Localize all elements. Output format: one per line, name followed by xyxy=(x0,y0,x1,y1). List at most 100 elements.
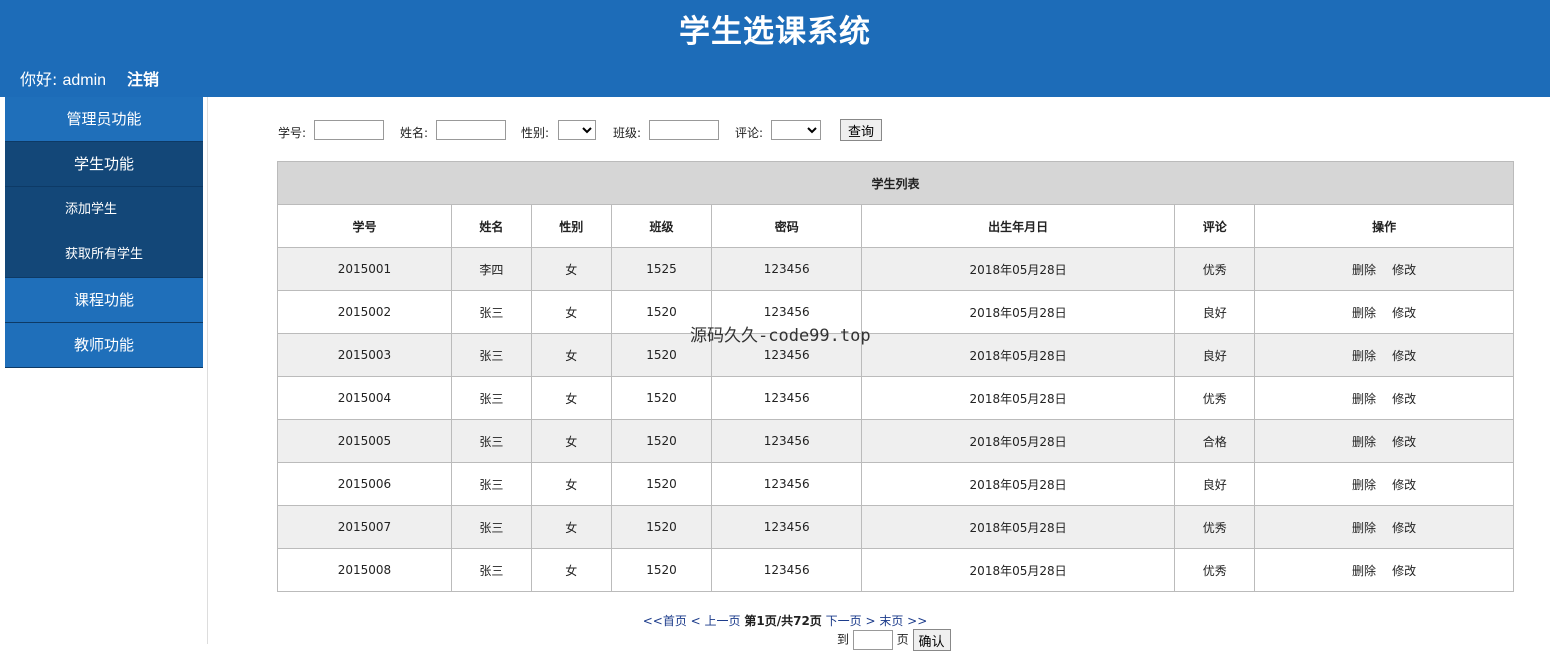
menu-admin[interactable]: 管理员功能 xyxy=(5,97,203,142)
first-page-link[interactable]: <<首页 xyxy=(643,614,687,628)
table-row: 2015007 张三女 1520 123456 2018年05月28日 优秀 删除 修改 xyxy=(277,505,1514,549)
comment-select[interactable] xyxy=(771,120,821,140)
comment-cell: 优秀 xyxy=(1174,548,1256,592)
table-caption: 学生列表 xyxy=(277,161,1514,205)
column-header: 班级 xyxy=(610,204,713,248)
column-header: 评论 xyxy=(1174,204,1256,248)
birthdate-cell: 2018年05月28日 xyxy=(860,376,1176,420)
name-cell: 张三 xyxy=(450,290,532,334)
edit-link[interactable]: 修改 xyxy=(1392,306,1416,320)
table-row: 2015004 张三女 1520 123456 2018年05月28日 优秀 删除 修改 xyxy=(277,376,1514,420)
watermark: 源码久久-code99.top xyxy=(690,326,871,346)
password-cell: 123456 xyxy=(711,548,862,592)
actions-cell: 删除 修改 xyxy=(1254,548,1514,592)
logout-link[interactable]: 注销 xyxy=(127,66,159,90)
table-row: 2015005 张三女 1520 123456 2018年05月28日 合格 删除 修改 xyxy=(277,419,1514,463)
jump-page-input[interactable] xyxy=(852,630,893,650)
prev-page-link[interactable]: < 上一页 xyxy=(691,614,741,628)
delete-link[interactable]: 删除 xyxy=(1352,564,1376,578)
username: admin xyxy=(62,72,107,89)
class-label: 班级: xyxy=(613,126,642,140)
column-header: 密码 xyxy=(711,204,862,248)
student-submenu: 添加学生 获取所有学生 xyxy=(5,187,203,278)
page-jump: 到 页 确认 xyxy=(837,629,951,651)
next-page-link[interactable]: 下一页 > xyxy=(826,614,876,628)
name-cell: 张三 xyxy=(450,505,532,549)
delete-link[interactable]: 删除 xyxy=(1352,521,1376,535)
comment-cell: 优秀 xyxy=(1174,376,1256,420)
gender-select[interactable] xyxy=(558,120,596,140)
student-id-cell: 2015008 xyxy=(277,548,452,592)
gender-label: 性别: xyxy=(521,126,550,140)
name-cell: 张三 xyxy=(450,376,532,420)
edit-link[interactable]: 修改 xyxy=(1392,478,1416,492)
student-id-cell: 2015005 xyxy=(277,419,452,463)
password-cell: 123456 xyxy=(711,419,862,463)
query-button[interactable]: 查询 xyxy=(840,119,882,141)
menu-all-students[interactable]: 获取所有学生 xyxy=(5,232,203,277)
jump-prefix: 到 xyxy=(837,632,850,647)
class-cell: 1520 xyxy=(610,505,713,549)
table-row: 2015008 张三女 1520 123456 2018年05月28日 优秀 删除 修改 xyxy=(277,548,1514,592)
student-id-cell: 2015001 xyxy=(277,247,452,291)
sidebar: 管理员功能 学生功能 添加学生 获取所有学生 课程功能 教师功能 xyxy=(5,97,203,368)
class-input[interactable] xyxy=(649,120,719,140)
edit-link[interactable]: 修改 xyxy=(1392,392,1416,406)
column-header: 出生年月日 xyxy=(860,204,1176,248)
birthdate-cell: 2018年05月28日 xyxy=(860,548,1176,592)
comment-label: 评论: xyxy=(735,126,764,140)
birthdate-cell: 2018年05月28日 xyxy=(860,505,1176,549)
column-header: 操作 xyxy=(1254,204,1514,248)
comment-cell: 合格 xyxy=(1174,419,1256,463)
table-row: 2015001 李四女 1525 123456 2018年05月28日 优秀 删除 修改 xyxy=(277,247,1514,291)
menu-course[interactable]: 课程功能 xyxy=(5,278,203,323)
delete-link[interactable]: 删除 xyxy=(1352,349,1376,363)
jump-confirm-button[interactable]: 确认 xyxy=(912,629,951,651)
page-status: 第1页/共72页 xyxy=(744,614,822,628)
gender-cell: 女 xyxy=(530,505,612,549)
delete-link[interactable]: 删除 xyxy=(1352,435,1376,449)
edit-link[interactable]: 修改 xyxy=(1392,349,1416,363)
pagination: <<首页 < 上一页 第1页/共72页 下一页 > 末页 >> xyxy=(0,612,1550,629)
name-cell: 李四 xyxy=(450,247,532,291)
password-cell: 123456 xyxy=(711,462,862,506)
password-cell: 123456 xyxy=(711,376,862,420)
table-row: 2015006 张三女 1520 123456 2018年05月28日 良好 删除 修改 xyxy=(277,462,1514,506)
gender-cell: 女 xyxy=(530,376,612,420)
menu-add-student[interactable]: 添加学生 xyxy=(5,187,203,232)
actions-cell: 删除 修改 xyxy=(1254,376,1514,420)
class-cell: 1525 xyxy=(610,247,713,291)
actions-cell: 删除 修改 xyxy=(1254,419,1514,463)
student-id-cell: 2015002 xyxy=(277,290,452,334)
name-input[interactable] xyxy=(436,120,506,140)
delete-link[interactable]: 删除 xyxy=(1352,306,1376,320)
student-table: 学生列表 学号 姓名 性别 班级 密码 出生年月日 评论 操作 2015001 李四女 1525 1… xyxy=(277,161,1514,592)
column-header: 性别 xyxy=(530,204,612,248)
edit-link[interactable]: 修改 xyxy=(1392,521,1416,535)
menu-teacher[interactable]: 教师功能 xyxy=(5,323,203,368)
header-bar: 学生选课系统 你好: admin 注销 xyxy=(0,0,1550,97)
birthdate-cell: 2018年05月28日 xyxy=(860,419,1176,463)
sidebar-divider xyxy=(207,97,208,644)
name-label: 姓名: xyxy=(400,126,429,140)
menu-student[interactable]: 学生功能 xyxy=(5,142,203,187)
class-cell: 1520 xyxy=(610,462,713,506)
actions-cell: 删除 修改 xyxy=(1254,462,1514,506)
edit-link[interactable]: 修改 xyxy=(1392,435,1416,449)
last-page-link[interactable]: 末页 >> xyxy=(879,614,927,628)
student-id-cell: 2015004 xyxy=(277,376,452,420)
edit-link[interactable]: 修改 xyxy=(1392,564,1416,578)
delete-link[interactable]: 删除 xyxy=(1352,392,1376,406)
password-cell: 123456 xyxy=(711,247,862,291)
student-id-input[interactable] xyxy=(314,120,384,140)
class-cell: 1520 xyxy=(610,376,713,420)
comment-cell: 良好 xyxy=(1174,462,1256,506)
name-cell: 张三 xyxy=(450,548,532,592)
gender-cell: 女 xyxy=(530,290,612,334)
app-title: 学生选课系统 xyxy=(679,14,871,50)
delete-link[interactable]: 删除 xyxy=(1352,263,1376,277)
name-cell: 张三 xyxy=(450,419,532,463)
birthdate-cell: 2018年05月28日 xyxy=(860,462,1176,506)
delete-link[interactable]: 删除 xyxy=(1352,478,1376,492)
edit-link[interactable]: 修改 xyxy=(1392,263,1416,277)
